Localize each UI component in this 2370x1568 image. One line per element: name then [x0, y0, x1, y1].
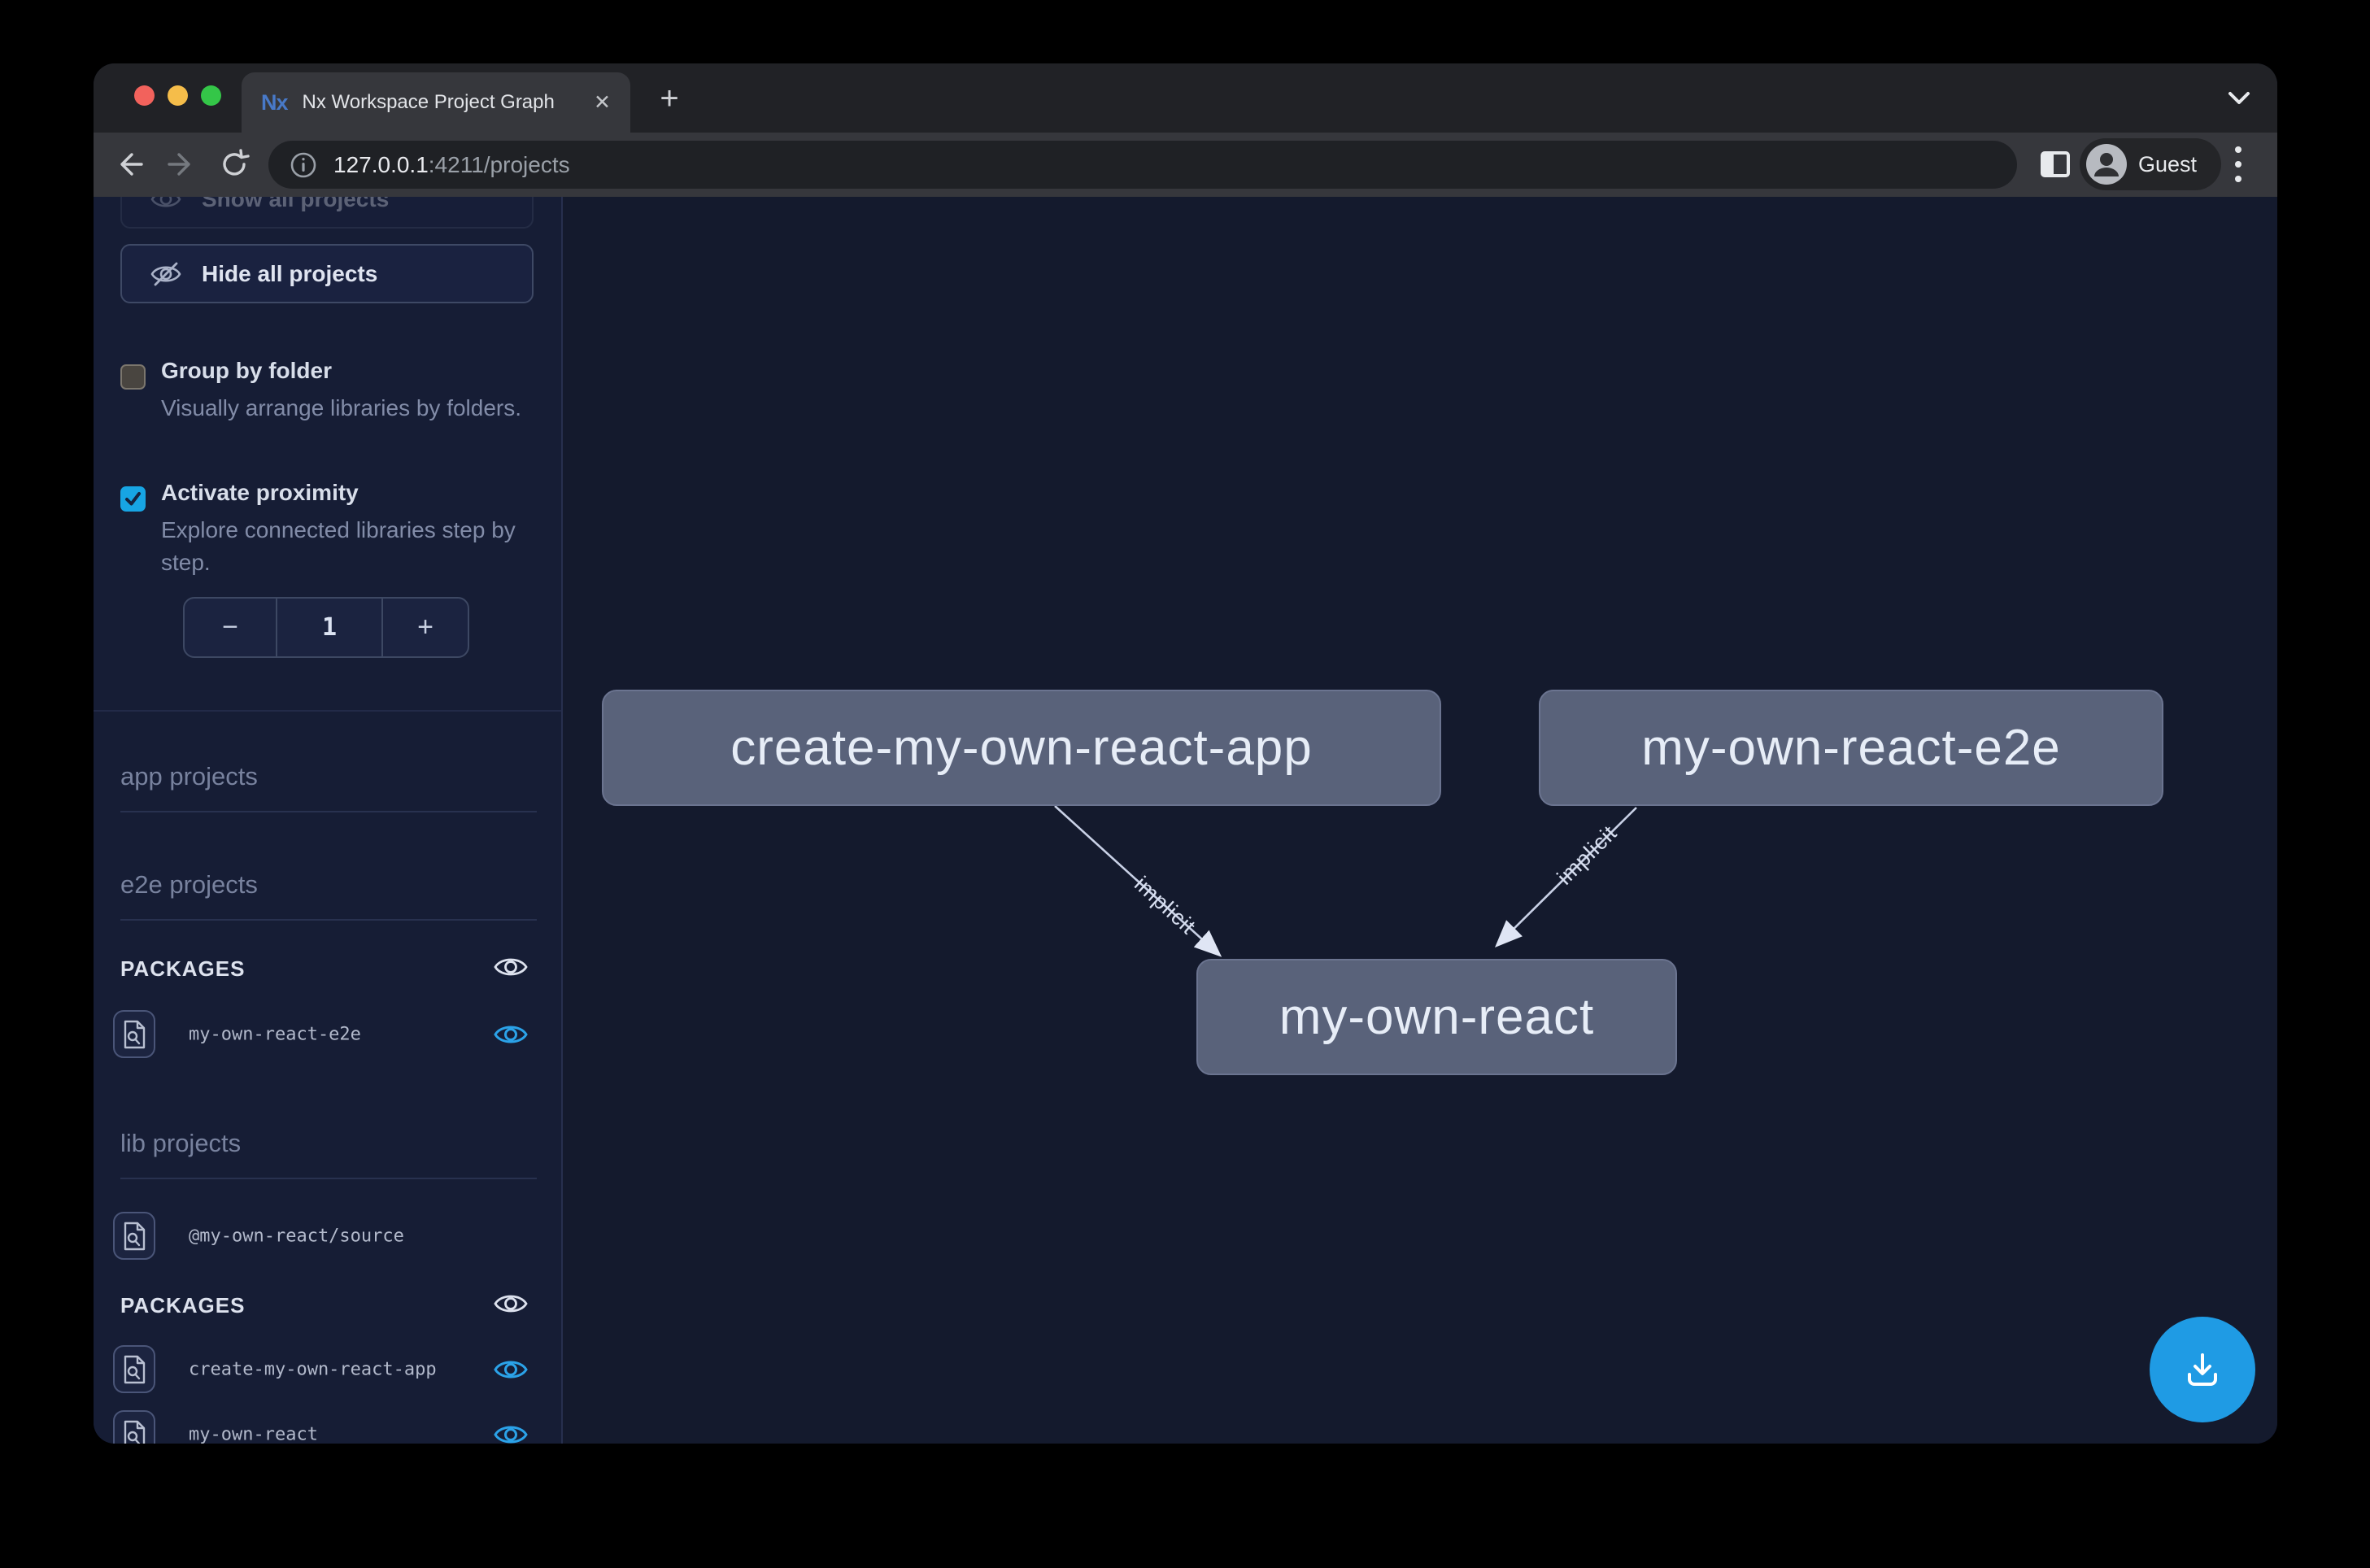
browser-menu-icon[interactable] [2233, 142, 2244, 186]
file-search-icon[interactable] [113, 1410, 155, 1444]
project-name[interactable]: create-my-own-react-app [189, 1360, 437, 1380]
app-projects-underline [120, 811, 537, 812]
toggle-all-eye-icon[interactable] [493, 1290, 529, 1318]
node-label: my-own-react [1279, 988, 1595, 1046]
url-path: :4211/projects [429, 152, 570, 177]
side-panel-icon[interactable] [2036, 145, 2075, 184]
reload-button[interactable] [209, 139, 259, 189]
packages-header-row: PACKAGES [94, 956, 561, 989]
file-search-icon[interactable] [113, 1212, 155, 1260]
show-all-projects-button[interactable]: Show all projects [120, 197, 534, 229]
tab-strip: Nx Nx Workspace Project Graph ✕ + [94, 63, 2277, 133]
url-text: 127.0.0.1:4211/projects [333, 152, 570, 178]
graph-node-create-my-own-react-app[interactable]: create-my-own-react-app [602, 690, 1441, 806]
proximity-depth-value: 1 [277, 599, 383, 656]
browser-tab[interactable]: Nx Nx Workspace Project Graph ✕ [242, 72, 630, 133]
profile-label: Guest [2138, 152, 2197, 177]
address-bar[interactable]: 127.0.0.1:4211/projects [268, 141, 2017, 189]
e2e-projects-header: e2e projects [120, 870, 537, 899]
eye-active-icon[interactable] [493, 1421, 529, 1444]
new-tab-button[interactable]: + [653, 83, 686, 115]
group-by-folder-label[interactable]: Group by folder [161, 358, 535, 384]
browser-window: Nx Nx Workspace Project Graph ✕ + [94, 63, 2277, 1444]
app-projects-header: app projects [120, 762, 537, 791]
node-label: create-my-own-react-app [730, 719, 1313, 777]
group-by-folder-description: Visually arrange libraries by folders. [161, 392, 535, 425]
sidebar-divider [94, 710, 561, 712]
group-by-folder-checkbox[interactable] [120, 364, 146, 390]
project-row[interactable]: my-own-react-e2e [94, 1010, 561, 1059]
sidebar: Show all projects Hide all projects Grou… [94, 197, 563, 1444]
packages-header-row: PACKAGES [94, 1293, 561, 1326]
file-search-icon[interactable] [113, 1010, 155, 1058]
hide-all-projects-label: Hide all projects [202, 261, 377, 287]
node-label: my-own-react-e2e [1641, 719, 2061, 777]
edge-app-to-lib[interactable] [1055, 806, 1218, 954]
packages-header: PACKAGES [120, 1293, 537, 1318]
graph-node-my-own-react[interactable]: my-own-react [1196, 959, 1677, 1075]
proximity-depth-stepper: − 1 + [183, 597, 469, 658]
profile-button[interactable]: Guest [2080, 138, 2221, 190]
increment-button[interactable]: + [383, 599, 468, 656]
project-graph-canvas[interactable]: implicit implicit create-my-own-react-ap… [563, 197, 2277, 1444]
forward-button[interactable] [157, 139, 207, 189]
lib-projects-underline [120, 1178, 537, 1179]
eye-active-icon[interactable] [493, 1021, 529, 1048]
eye-off-icon [150, 260, 182, 288]
activate-proximity-description: Explore connected libraries step by step… [161, 514, 535, 579]
graph-node-my-own-react-e2e[interactable]: my-own-react-e2e [1539, 690, 2163, 806]
window-close-button[interactable] [134, 85, 155, 106]
lib-projects-header: lib projects [120, 1129, 537, 1158]
e2e-projects-underline [120, 919, 537, 921]
download-graph-button[interactable] [2150, 1317, 2255, 1422]
packages-header: PACKAGES [120, 956, 537, 982]
graph-edges: implicit implicit [563, 197, 2277, 1444]
edge-label: implicit [1130, 872, 1200, 939]
activate-proximity-label[interactable]: Activate proximity [161, 480, 535, 506]
window-zoom-button[interactable] [201, 85, 221, 106]
content-area: Show all projects Hide all projects Grou… [94, 197, 2277, 1444]
hide-all-projects-button[interactable]: Hide all projects [120, 244, 534, 303]
nx-favicon-icon: Nx [261, 90, 288, 115]
show-all-projects-label: Show all projects [202, 197, 389, 212]
project-row[interactable]: @my-own-react/source [94, 1212, 561, 1261]
tab-title: Nx Workspace Project Graph [303, 91, 580, 114]
url-host: 127.0.0.1 [333, 152, 429, 177]
project-name[interactable]: @my-own-react/source [189, 1226, 404, 1247]
eye-active-icon[interactable] [493, 1356, 529, 1383]
project-name[interactable]: my-own-react [189, 1425, 318, 1444]
project-row[interactable]: my-own-react [94, 1410, 561, 1444]
activate-proximity-checkbox[interactable] [120, 486, 146, 512]
tab-close-icon[interactable]: ✕ [594, 93, 611, 113]
eye-icon [150, 197, 182, 211]
back-button[interactable] [103, 139, 154, 189]
site-info-icon[interactable] [290, 151, 317, 179]
browser-toolbar: 127.0.0.1:4211/projects Guest [94, 133, 2277, 197]
project-name[interactable]: my-own-react-e2e [189, 1025, 361, 1045]
window-minimize-button[interactable] [168, 85, 188, 106]
file-search-icon[interactable] [113, 1345, 155, 1393]
toggle-all-eye-icon[interactable] [493, 953, 529, 981]
chevron-down-icon[interactable] [2224, 88, 2255, 109]
avatar-icon [2086, 144, 2127, 185]
edge-label: implicit [1553, 821, 1622, 890]
checkmark-icon [124, 490, 142, 508]
decrement-button[interactable]: − [185, 599, 277, 656]
download-icon [2180, 1347, 2225, 1392]
project-row[interactable]: create-my-own-react-app [94, 1345, 561, 1394]
